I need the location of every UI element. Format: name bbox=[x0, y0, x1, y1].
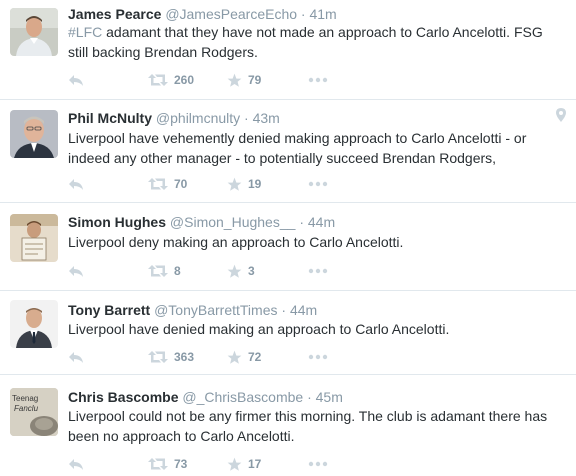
favorite-count: 19 bbox=[248, 177, 262, 191]
reply-arrow-icon bbox=[69, 266, 83, 277]
tweet-item[interactable]: Phil McNulty @philmcnulty · 43m Liverpoo… bbox=[0, 100, 576, 203]
tweet-body: adamant that they have not made an appro… bbox=[68, 24, 543, 60]
more-button[interactable] bbox=[308, 455, 328, 473]
reply-button[interactable] bbox=[68, 455, 84, 473]
retweet-icon bbox=[148, 178, 168, 190]
tweet-text: #LFC adamant that they have not made an … bbox=[68, 22, 564, 62]
retweet-count: 70 bbox=[174, 177, 188, 191]
retweet-count: 260 bbox=[174, 73, 195, 87]
timestamp[interactable]: 45m bbox=[316, 389, 343, 405]
star-icon bbox=[227, 350, 242, 364]
more-dots-icon bbox=[308, 268, 328, 274]
timestamp[interactable]: 44m bbox=[290, 302, 317, 318]
author-username[interactable]: @TonyBarrettTimes bbox=[154, 302, 277, 318]
hashtag-link[interactable]: #LFC bbox=[68, 24, 102, 40]
retweet-count: 8 bbox=[174, 264, 181, 278]
favorite-button[interactable]: 72 bbox=[227, 348, 261, 366]
author-name[interactable]: Phil McNulty bbox=[68, 110, 152, 126]
more-button[interactable] bbox=[308, 348, 328, 366]
favorite-count: 79 bbox=[248, 73, 262, 87]
avatar-logo-text: Fanclu bbox=[14, 404, 39, 413]
author-name[interactable]: James Pearce bbox=[68, 6, 161, 22]
retweet-button[interactable]: 363 bbox=[148, 348, 194, 366]
separator: · bbox=[300, 6, 306, 22]
star-icon bbox=[227, 264, 242, 278]
tweet-timeline: James Pearce @JamesPearceEcho · 41m #LFC… bbox=[0, 0, 576, 476]
separator: · bbox=[281, 302, 287, 318]
avatar[interactable]: Teenag Fanclu bbox=[10, 388, 58, 436]
more-dots-icon bbox=[308, 181, 328, 187]
favorite-button[interactable]: 3 bbox=[227, 262, 255, 280]
tweet-body: Liverpool could not be any firmer this m… bbox=[68, 408, 548, 444]
separator: · bbox=[307, 389, 312, 405]
retweet-button[interactable]: 260 bbox=[148, 71, 194, 89]
separator: · bbox=[299, 214, 304, 230]
favorite-button[interactable]: 19 bbox=[227, 175, 261, 193]
star-icon bbox=[227, 73, 242, 87]
favorite-count: 72 bbox=[248, 350, 262, 364]
reply-button[interactable] bbox=[68, 262, 84, 280]
tweet-item[interactable]: Teenag Fanclu Chris Bascombe @_ChrisBasc… bbox=[0, 375, 576, 476]
retweet-icon bbox=[148, 351, 168, 363]
reply-arrow-icon bbox=[69, 179, 83, 190]
tweet-body: Liverpool have denied making an approach… bbox=[68, 321, 450, 337]
favorite-count: 3 bbox=[248, 264, 255, 278]
reply-button[interactable] bbox=[68, 71, 84, 89]
author-username[interactable]: @philmcnulty bbox=[156, 110, 240, 126]
star-icon bbox=[227, 457, 242, 471]
timestamp[interactable]: 44m bbox=[308, 214, 335, 230]
tweet-item[interactable]: James Pearce @JamesPearceEcho · 41m #LFC… bbox=[0, 0, 576, 100]
tweet-item[interactable]: Simon Hughes @Simon_Hughes__ · 44m Liver… bbox=[0, 203, 576, 291]
reply-button[interactable] bbox=[68, 348, 84, 366]
favorite-button[interactable]: 17 bbox=[227, 455, 261, 473]
retweet-button[interactable]: 73 bbox=[148, 455, 187, 473]
tweet-body: Liverpool deny making an approach to Car… bbox=[68, 234, 404, 250]
author-username[interactable]: @Simon_Hughes__ bbox=[170, 214, 296, 230]
reply-arrow-icon bbox=[69, 75, 83, 86]
retweet-button[interactable]: 8 bbox=[148, 262, 181, 280]
star-icon bbox=[227, 177, 242, 191]
tweet-body: Liverpool have vehemently denied making … bbox=[68, 130, 527, 166]
author-username[interactable]: @JamesPearceEcho bbox=[165, 6, 297, 22]
tweet-item[interactable]: Tony Barrett @TonyBarrettTimes · 44m Liv… bbox=[0, 291, 576, 375]
reply-button[interactable] bbox=[68, 175, 84, 193]
timestamp[interactable]: 41m bbox=[309, 6, 336, 22]
retweet-icon bbox=[148, 74, 168, 86]
retweet-count: 73 bbox=[174, 457, 188, 471]
avatar[interactable] bbox=[10, 110, 58, 158]
reply-arrow-icon bbox=[69, 352, 83, 363]
retweet-button[interactable]: 70 bbox=[148, 175, 187, 193]
favorite-button[interactable]: 79 bbox=[227, 71, 261, 89]
separator: · bbox=[244, 110, 249, 126]
more-button[interactable] bbox=[308, 262, 328, 280]
author-name[interactable]: Simon Hughes bbox=[68, 214, 166, 230]
more-dots-icon bbox=[308, 354, 328, 360]
retweet-icon bbox=[148, 458, 168, 470]
avatar[interactable] bbox=[10, 8, 58, 56]
avatar[interactable] bbox=[10, 300, 58, 348]
more-button[interactable] bbox=[308, 175, 328, 193]
reply-arrow-icon bbox=[69, 459, 83, 470]
author-name[interactable]: Chris Bascombe bbox=[68, 389, 178, 405]
more-dots-icon bbox=[308, 461, 328, 467]
author-name[interactable]: Tony Barrett bbox=[68, 302, 150, 318]
avatar-logo-text: Teenag bbox=[12, 394, 38, 403]
retweet-count: 363 bbox=[174, 350, 195, 364]
more-button[interactable] bbox=[308, 71, 328, 89]
more-dots-icon bbox=[308, 77, 328, 83]
author-username[interactable]: @_ChrisBascombe bbox=[182, 389, 303, 405]
favorite-count: 17 bbox=[248, 457, 262, 471]
retweet-icon bbox=[148, 265, 168, 277]
timestamp[interactable]: 43m bbox=[253, 110, 280, 126]
avatar[interactable] bbox=[10, 214, 58, 262]
